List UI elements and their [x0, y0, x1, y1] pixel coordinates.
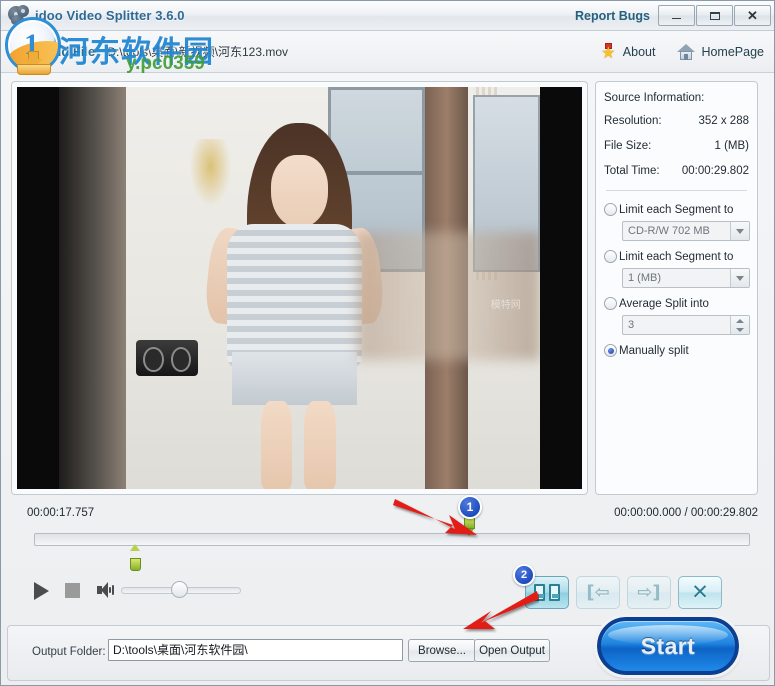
home-icon	[677, 43, 696, 60]
browse-button[interactable]: Browse...	[408, 639, 476, 662]
maximize-button[interactable]	[696, 5, 733, 26]
radio-manually-split[interactable]: Manually split	[604, 344, 749, 357]
window-controls: ✕	[658, 5, 774, 26]
toolbar-links: ★ About HomePage	[600, 43, 774, 62]
info-row-resolution: Resolution: 352 x 288	[604, 115, 749, 127]
application-window: idoo Video Splitter 3.6.0 Report Bugs ✕ …	[0, 0, 775, 686]
resolution-value: 352 x 288	[698, 115, 749, 127]
stepper-arrows	[730, 316, 749, 334]
resolution-label: Resolution:	[604, 115, 662, 127]
output-folder-input[interactable]: D:\tools\桌面\河东软件园\	[108, 639, 403, 661]
split-option-manual: Manually split	[604, 344, 749, 357]
about-label: About	[622, 44, 656, 59]
split-option-limit-size-preset: Limit each Segment to CD-R/W 702 MB	[604, 203, 750, 241]
delete-segment-button[interactable]: ✕	[678, 576, 722, 609]
prev-segment-icon: [⇦	[586, 581, 610, 603]
average-split-stepper[interactable]: 3	[622, 315, 750, 335]
option-label: Manually split	[619, 344, 689, 357]
video-preview-panel: 模特网	[11, 81, 588, 495]
segment-toolbar: 2 [⇦ ⇨] ✕	[513, 564, 722, 609]
homepage-label: HomePage	[701, 44, 764, 59]
video-frame[interactable]: 模特网	[17, 87, 582, 489]
option-label: Average Split into	[619, 297, 709, 310]
totaltime-label: Total Time:	[604, 165, 660, 177]
option-label: Limit each Segment to	[619, 250, 734, 263]
loaded-file-path: D:\tools\桌面\新视频\河东123.mov	[107, 45, 288, 59]
output-folder-label: Output Folder:	[32, 646, 106, 658]
open-output-button[interactable]: Open Output	[474, 639, 550, 662]
source-info-heading: Source Information:	[604, 92, 705, 104]
split-icon	[534, 584, 560, 601]
stop-icon[interactable]	[65, 583, 80, 598]
timeline-marker-pin-bottom[interactable]	[130, 544, 141, 571]
preset-size-value: CD-R/W 702 MB	[628, 225, 710, 237]
main-content: 模特网 Source Information: Resolution: 352 …	[1, 73, 774, 685]
average-split-value: 3	[628, 319, 635, 331]
split-segment-button[interactable]: 2	[513, 564, 569, 609]
marker-time-label: 00:00:17.757	[27, 507, 95, 519]
filesize-label: File Size:	[604, 140, 652, 152]
radio-average-split[interactable]: Average Split into	[604, 297, 749, 310]
split-option-average: Average Split into 3	[604, 297, 750, 335]
timeline-track[interactable]	[34, 533, 750, 546]
custom-size-dropdown[interactable]: 1 (MB)	[622, 268, 750, 288]
totaltime-value: 00:00:29.802	[681, 165, 749, 177]
add-file-icon	[13, 40, 39, 64]
star-icon: ★	[601, 43, 616, 62]
next-segment-button[interactable]: ⇨]	[627, 576, 671, 609]
about-button[interactable]: ★ About	[600, 43, 656, 62]
letterbox-left	[17, 87, 59, 489]
filesize-value: 1 (MB)	[714, 140, 750, 152]
close-icon: ✕	[747, 8, 758, 23]
homepage-button[interactable]: HomePage	[677, 43, 764, 60]
source-info-panel: Source Information: Resolution: 352 x 28…	[595, 81, 758, 495]
radio-icon	[604, 203, 617, 216]
stepper-decrement[interactable]	[731, 325, 749, 334]
timeline-marker-pin-top[interactable]	[464, 516, 475, 536]
preset-size-dropdown[interactable]: CD-R/W 702 MB	[622, 221, 750, 241]
title-bar: idoo Video Splitter 3.6.0 Report Bugs ✕	[1, 1, 774, 31]
video-content-watermark: 模特网	[490, 300, 521, 312]
step-badge-2: 2	[513, 564, 535, 586]
volume-icon[interactable]	[97, 582, 116, 598]
minimize-button[interactable]	[658, 5, 695, 26]
radio-icon	[604, 297, 617, 310]
app-title: idoo Video Splitter 3.6.0	[35, 8, 185, 23]
radio-limit-size-preset[interactable]: Limit each Segment to	[604, 203, 749, 216]
close-x-icon: ✕	[691, 580, 709, 604]
previous-segment-button[interactable]: [⇦	[576, 576, 620, 609]
option-label: Limit each Segment to	[619, 203, 734, 216]
split-option-limit-size-custom: Limit each Segment to 1 (MB)	[604, 250, 750, 288]
play-icon[interactable]	[34, 582, 49, 600]
video-scene: 模特网	[59, 87, 540, 489]
info-row-filesize: File Size: 1 (MB)	[604, 140, 749, 152]
chevron-down-icon	[730, 222, 749, 240]
segment-marker-badge-1[interactable]: 1	[458, 495, 482, 519]
start-button[interactable]: Start	[594, 614, 742, 678]
chevron-down-icon	[730, 269, 749, 287]
add-file-button[interactable]: Add File	[13, 40, 95, 64]
radio-limit-size-custom[interactable]: Limit each Segment to	[604, 250, 749, 263]
next-segment-icon: ⇨]	[637, 581, 661, 603]
add-file-label: Add File	[44, 44, 96, 59]
minimize-icon	[672, 18, 681, 19]
info-row-totaltime: Total Time: 00:00:29.802	[604, 165, 749, 177]
volume-slider-knob[interactable]	[171, 581, 188, 598]
app-logo-icon	[7, 4, 31, 27]
position-duration-label: 00:00:00.000 / 00:00:29.802	[614, 507, 758, 519]
maximize-icon	[709, 11, 720, 20]
stepper-increment[interactable]	[731, 316, 749, 325]
start-button-label: Start	[640, 632, 696, 659]
close-button[interactable]: ✕	[734, 5, 771, 26]
divider	[606, 190, 747, 191]
report-bugs-link[interactable]: Report Bugs	[575, 9, 658, 23]
toolbar: Add File D:\tools\桌面\新视频\河东123.mov ★ Abo…	[1, 31, 774, 73]
radio-icon	[604, 250, 617, 263]
letterbox-right	[540, 87, 582, 489]
radio-icon-selected	[604, 344, 617, 357]
custom-size-value: 1 (MB)	[628, 272, 661, 284]
